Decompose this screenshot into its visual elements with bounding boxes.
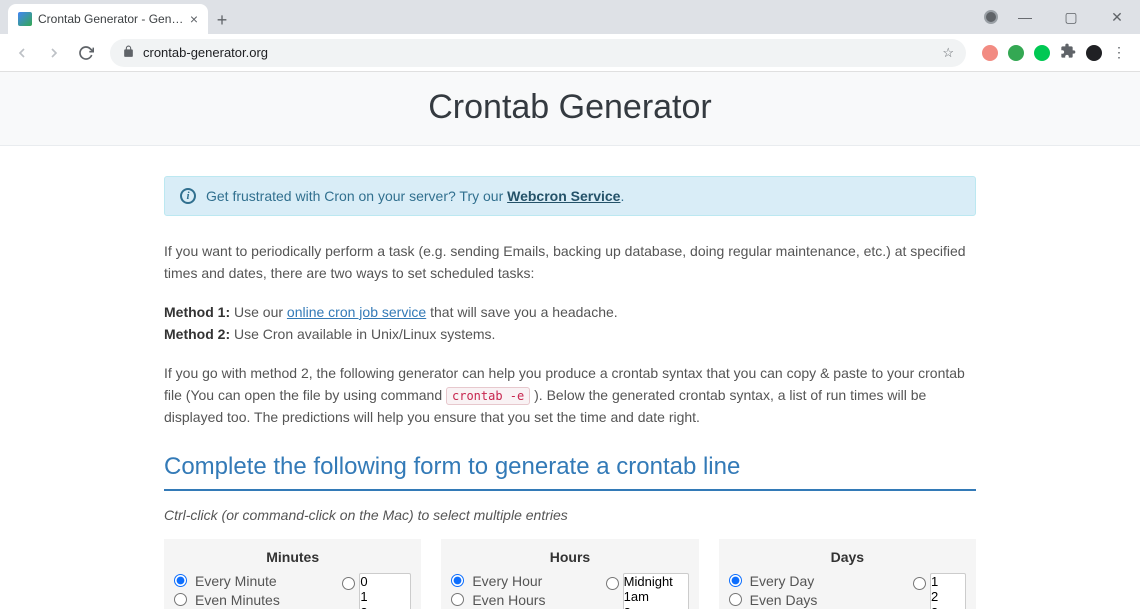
alert-text: Get frustrated with Cron on your server?… bbox=[206, 188, 624, 204]
minutes-radio[interactable] bbox=[174, 593, 187, 606]
minutes-option-label: Every Minute bbox=[195, 573, 277, 589]
days-option[interactable]: Even Days bbox=[729, 592, 907, 608]
page-viewport: Crontab Generator i Get frustrated with … bbox=[0, 72, 1140, 609]
days-radio[interactable] bbox=[729, 593, 742, 606]
url-text: crontab-generator.org bbox=[143, 45, 268, 60]
days-specific: 1234567 bbox=[913, 573, 966, 609]
page-header: Crontab Generator bbox=[0, 72, 1140, 146]
minutes-option-label: Even Minutes bbox=[195, 592, 280, 608]
multiselect-hint: Ctrl-click (or command-click on the Mac)… bbox=[164, 507, 976, 523]
days-specific-radio[interactable] bbox=[913, 577, 926, 590]
form-heading: Complete the following form to generate … bbox=[164, 453, 976, 491]
extension-icon[interactable] bbox=[1034, 45, 1050, 61]
days-radios: Every DayEven DaysOdd DaysEvery 5 DaysEv… bbox=[729, 573, 907, 609]
info-icon: i bbox=[180, 188, 196, 204]
days-option-label: Even Days bbox=[750, 592, 818, 608]
kebab-menu-icon[interactable]: ⋮ bbox=[1112, 44, 1126, 61]
minutes-option[interactable]: Even Minutes bbox=[174, 592, 336, 608]
tab-title: Crontab Generator - Generate cr bbox=[38, 12, 184, 26]
minutes-radios: Every MinuteEven MinutesOdd MinutesEvery… bbox=[174, 573, 336, 609]
address-bar[interactable]: crontab-generator.org ☆ bbox=[110, 39, 966, 67]
online-cron-link[interactable]: online cron job service bbox=[287, 304, 426, 320]
hours-option-label: Even Hours bbox=[472, 592, 545, 608]
forward-button[interactable] bbox=[40, 39, 68, 67]
hours-radio[interactable] bbox=[451, 593, 464, 606]
methods-paragraph: Method 1: Use our online cron job servic… bbox=[164, 301, 976, 346]
hours-panel: Hours Every HourEven HoursOdd HoursEvery… bbox=[441, 539, 698, 609]
hours-option[interactable]: Even Hours bbox=[451, 592, 599, 608]
hours-specific: Midnight1am2am3am4am5am6am bbox=[606, 573, 689, 609]
days-panel: Days Every DayEven DaysOdd DaysEvery 5 D… bbox=[719, 539, 976, 609]
minimize-button[interactable]: — bbox=[1002, 0, 1048, 34]
minutes-option[interactable]: Every Minute bbox=[174, 573, 336, 589]
browser-toolbar: crontab-generator.org ☆ ⋮ bbox=[0, 34, 1140, 72]
profile-avatar[interactable] bbox=[1086, 45, 1102, 61]
new-tab-button[interactable]: + bbox=[208, 6, 236, 34]
extensions-puzzle-icon[interactable] bbox=[1060, 43, 1076, 62]
minutes-specific-radio[interactable] bbox=[342, 577, 355, 590]
minutes-panel: Minutes Every MinuteEven MinutesOdd Minu… bbox=[164, 539, 421, 609]
minutes-heading: Minutes bbox=[174, 549, 411, 565]
minutes-specific: 0123456 bbox=[342, 573, 411, 609]
star-icon[interactable]: ☆ bbox=[942, 45, 954, 61]
hours-specific-radio[interactable] bbox=[606, 577, 619, 590]
window-controls: — ▢ ✕ bbox=[984, 0, 1140, 34]
minutes-radio[interactable] bbox=[174, 574, 187, 587]
hours-heading: Hours bbox=[451, 549, 688, 565]
days-option[interactable]: Every Day bbox=[729, 573, 907, 589]
favicon bbox=[18, 12, 32, 26]
hours-option-label: Every Hour bbox=[472, 573, 542, 589]
info-alert: i Get frustrated with Cron on your serve… bbox=[164, 176, 976, 216]
hours-select[interactable]: Midnight1am2am3am4am5am6am bbox=[623, 573, 689, 609]
days-option-label: Every Day bbox=[750, 573, 815, 589]
reload-button[interactable] bbox=[72, 39, 100, 67]
close-tab-icon[interactable]: × bbox=[190, 11, 198, 27]
extension-icon[interactable] bbox=[1008, 45, 1024, 61]
minutes-select[interactable]: 0123456 bbox=[359, 573, 411, 609]
hours-radio[interactable] bbox=[451, 574, 464, 587]
webcron-link[interactable]: Webcron Service bbox=[507, 188, 620, 204]
page-title: Crontab Generator bbox=[0, 88, 1140, 127]
days-radio[interactable] bbox=[729, 574, 742, 587]
hours-radios: Every HourEven HoursOdd HoursEvery 6 Hou… bbox=[451, 573, 599, 609]
explanation-paragraph: If you go with method 2, the following g… bbox=[164, 362, 976, 429]
intro-paragraph: If you want to periodically perform a ta… bbox=[164, 240, 976, 285]
back-button[interactable] bbox=[8, 39, 36, 67]
extension-icons: ⋮ bbox=[976, 43, 1132, 62]
form-columns: Minutes Every MinuteEven MinutesOdd Minu… bbox=[164, 539, 976, 609]
lock-icon bbox=[122, 45, 135, 61]
days-heading: Days bbox=[729, 549, 966, 565]
browser-title-bar: Crontab Generator - Generate cr × + — ▢ … bbox=[0, 0, 1140, 34]
extension-icon[interactable] bbox=[982, 45, 998, 61]
close-window-button[interactable]: ✕ bbox=[1094, 0, 1140, 34]
hours-option[interactable]: Every Hour bbox=[451, 573, 599, 589]
browser-tab[interactable]: Crontab Generator - Generate cr × bbox=[8, 4, 208, 34]
days-select[interactable]: 1234567 bbox=[930, 573, 966, 609]
account-indicator-icon[interactable] bbox=[984, 10, 998, 24]
maximize-button[interactable]: ▢ bbox=[1048, 0, 1094, 34]
crontab-command-code: crontab -e bbox=[446, 387, 530, 405]
